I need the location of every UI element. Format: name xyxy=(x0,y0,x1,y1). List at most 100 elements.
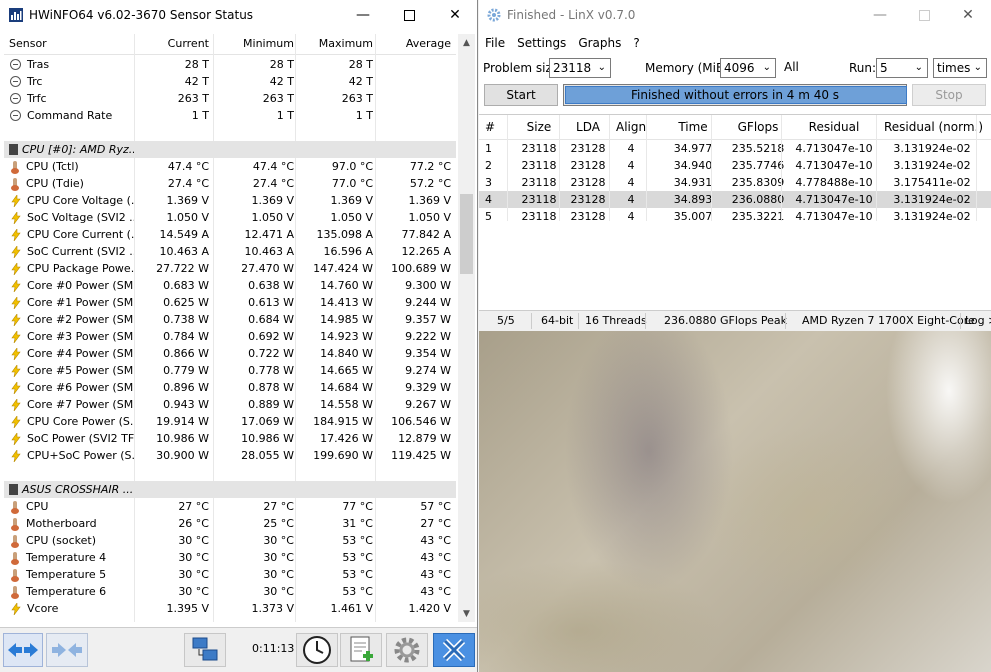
results-col-header[interactable]: # xyxy=(485,115,509,139)
gear-icon xyxy=(394,637,420,663)
sensor-scrollbar[interactable]: ▲ ▼ xyxy=(458,34,475,622)
sensor-name: CPU xyxy=(26,500,49,513)
settings-button[interactable] xyxy=(386,633,428,667)
value-current: 42 T xyxy=(184,75,209,88)
value-average: 9.267 W xyxy=(405,398,451,411)
layout-button[interactable] xyxy=(3,633,43,667)
minimize-button[interactable]: — xyxy=(340,0,386,30)
results-col-header[interactable]: GFlops xyxy=(729,115,787,139)
scroll-up-icon[interactable]: ▲ xyxy=(458,34,475,51)
results-row[interactable]: 2 23118 23128 4 34.940 235.7746 4.713047e-10 3.… xyxy=(479,157,991,174)
scroll-thumb[interactable] xyxy=(460,194,473,274)
menu-file[interactable]: File xyxy=(485,36,505,50)
results-row[interactable]: 4 23118 23128 4 34.893 236.0880 4.713047e-10 3.… xyxy=(479,191,991,208)
sensor-row[interactable]: CPU Core Voltage (... 1.369 V 1.369 V 1.369… xyxy=(4,192,456,209)
linx-title: Finished - LinX v0.7.0 xyxy=(507,8,636,22)
menu-graphs[interactable]: Graphs xyxy=(578,36,621,50)
sensor-row[interactable]: Core #6 Power (SMU) 0.896 W 0.878 W 14.684 … xyxy=(4,379,456,396)
col-sensor[interactable]: Sensor xyxy=(9,34,47,54)
results-row[interactable]: 3 23118 23128 4 34.931 235.8309 4.778488e-10 3.… xyxy=(479,174,991,191)
col-current[interactable]: Current xyxy=(138,34,209,54)
sensor-row[interactable]: Trfc 263 T 263 T 263 T xyxy=(4,90,456,107)
value-current: 28 T xyxy=(184,58,209,71)
linx-maximize-button[interactable] xyxy=(901,0,947,30)
sensor-row[interactable]: Core #0 Power (SMU) 0.683 W 0.638 W 14.760 … xyxy=(4,277,456,294)
memory-select[interactable]: 4096 ⌄ xyxy=(720,58,776,78)
sensor-row[interactable]: Vcore 1.395 V 1.373 V 1.461 V 1.420 V xyxy=(4,600,456,617)
sensor-group-row[interactable]: ASUS CROSSHAIR ... xyxy=(4,481,456,498)
minimize-icon: — xyxy=(356,7,370,23)
sensor-table[interactable]: Sensor Current Minimum Maximum Average T… xyxy=(4,34,456,622)
hwinfo-titlebar[interactable]: HWiNFO64 v6.02-3670 Sensor Status — ✕ xyxy=(0,0,477,30)
sensor-row[interactable]: SoC Voltage (SVI2 ... 1.050 V 1.050 V 1.050… xyxy=(4,209,456,226)
linx-close-button[interactable]: ✕ xyxy=(945,0,991,30)
sensor-row[interactable]: CPU Core Current (... 14.549 A 12.471 A 135… xyxy=(4,226,456,243)
spacer-row xyxy=(4,464,456,481)
col-average[interactable]: Average xyxy=(378,34,451,54)
start-button[interactable]: Start xyxy=(484,84,558,106)
sensor-row[interactable]: CPU+SoC Power (S... 30.900 W 28.055 W 199.6… xyxy=(4,447,456,464)
results-table[interactable]: # Size LDA Align Time GFlops Residual Residual … xyxy=(479,114,991,309)
sensor-name-cell: Motherboard xyxy=(4,515,134,532)
sensor-group-row[interactable]: CPU [#0]: AMD Ryz... xyxy=(4,141,456,158)
run-count-select[interactable]: 5 ⌄ xyxy=(876,58,928,78)
layout-compact-button[interactable] xyxy=(46,633,88,667)
value-maximum: 14.840 W xyxy=(320,347,373,360)
sensor-row[interactable]: CPU (Tdie) 27.4 °C 27.4 °C 77.0 °C 57.2 °C xyxy=(4,175,456,192)
bolt-icon xyxy=(11,313,21,326)
sensor-row[interactable]: CPU Package Powe... 27.722 W 27.470 W 147.4… xyxy=(4,260,456,277)
col-minimum[interactable]: Minimum xyxy=(217,34,294,54)
sensor-row[interactable]: CPU 27 °C 27 °C 77 °C 57 °C xyxy=(4,498,456,515)
status-log-button[interactable]: Log > xyxy=(965,311,991,331)
sensor-row[interactable]: Core #3 Power (SMU) 0.784 W 0.692 W 14.923 … xyxy=(4,328,456,345)
results-cell: 4.713047e-10 xyxy=(795,193,873,206)
sensor-row[interactable]: Core #7 Power (SMU) 0.943 W 0.889 W 14.558 … xyxy=(4,396,456,413)
status-bar: 5/5 64-bit 16 Threads 236.0880 GFlops Pe… xyxy=(479,310,991,332)
results-col-header[interactable]: LDA xyxy=(566,115,610,139)
scroll-down-icon[interactable]: ▼ xyxy=(458,605,475,622)
logging-button[interactable] xyxy=(340,633,382,667)
maximize-button[interactable] xyxy=(386,0,432,30)
results-col-header[interactable]: Size xyxy=(517,115,561,139)
menu-help[interactable]: ? xyxy=(633,36,639,50)
sensor-row[interactable]: Temperature 5 30 °C 30 °C 53 °C 43 °C xyxy=(4,566,456,583)
run-unit-select[interactable]: times ⌄ xyxy=(933,58,987,78)
sensor-row[interactable]: Command Rate 1 T 1 T 1 T xyxy=(4,107,456,124)
col-maximum[interactable]: Maximum xyxy=(299,34,373,54)
value-current: 1.050 V xyxy=(166,211,209,224)
results-col-header[interactable]: Align xyxy=(616,115,646,139)
sensor-group-name: CPU [#0]: AMD Ryz... xyxy=(22,143,134,156)
sensor-row[interactable]: Temperature 4 30 °C 30 °C 53 °C 43 °C xyxy=(4,549,456,566)
all-memory-link[interactable]: All xyxy=(784,60,799,74)
results-col-divider xyxy=(507,115,508,221)
linx-titlebar[interactable]: Finished - LinX v0.7.0 — ✕ xyxy=(479,0,991,30)
sensor-row[interactable]: SoC Power (SVI2 TFN) 10.986 W 10.986 W 17.4… xyxy=(4,430,456,447)
sensor-row[interactable]: Motherboard 26 °C 25 °C 31 °C 27 °C xyxy=(4,515,456,532)
close-sensors-button[interactable] xyxy=(433,633,475,667)
results-col-header[interactable]: Residual (norm.) xyxy=(884,115,983,139)
results-col-header[interactable]: Residual xyxy=(794,115,874,139)
hwinfo-window: HWiNFO64 v6.02-3670 Sensor Status — ✕ Se… xyxy=(0,0,478,672)
sensor-row[interactable]: Temperature 6 30 °C 30 °C 53 °C 43 °C xyxy=(4,583,456,600)
results-row[interactable]: 1 23118 23128 4 34.977 235.5218 4.713047e-10 3.… xyxy=(479,140,991,157)
stop-button[interactable]: Stop xyxy=(912,84,986,106)
results-cell: 23128 xyxy=(570,193,606,206)
sensor-row[interactable]: Trc 42 T 42 T 42 T xyxy=(4,73,456,90)
sensor-row[interactable]: CPU Core Power (S... 19.914 W 17.069 W 184.… xyxy=(4,413,456,430)
results-row[interactable]: 5 23118 23128 4 35.007 235.3221 4.713047e-10 3.… xyxy=(479,208,991,225)
sensor-row[interactable]: Core #1 Power (SMU) 0.625 W 0.613 W 14.413 … xyxy=(4,294,456,311)
sensor-row[interactable]: Core #4 Power (SMU) 0.866 W 0.722 W 14.840 … xyxy=(4,345,456,362)
reset-timer-button[interactable] xyxy=(296,633,338,667)
close-button[interactable]: ✕ xyxy=(432,0,477,30)
sensor-row[interactable]: Tras 28 T 28 T 28 T xyxy=(4,56,456,73)
sensor-row[interactable]: CPU (Tctl) 47.4 °C 47.4 °C 97.0 °C 77.2 °C xyxy=(4,158,456,175)
sensor-row[interactable]: CPU (socket) 30 °C 30 °C 53 °C 43 °C xyxy=(4,532,456,549)
sensor-row[interactable]: SoC Current (SVI2 ... 10.463 A 10.463 A 16.… xyxy=(4,243,456,260)
sensor-row[interactable]: Core #5 Power (SMU) 0.779 W 0.778 W 14.665 … xyxy=(4,362,456,379)
sensor-row[interactable]: Core #2 Power (SMU) 0.738 W 0.684 W 14.985 … xyxy=(4,311,456,328)
value-average xyxy=(378,56,451,73)
network-button[interactable] xyxy=(184,633,226,667)
menu-settings[interactable]: Settings xyxy=(517,36,566,50)
linx-minimize-button[interactable]: — xyxy=(857,0,903,30)
problem-size-select[interactable]: 23118 ⌄ xyxy=(549,58,611,78)
